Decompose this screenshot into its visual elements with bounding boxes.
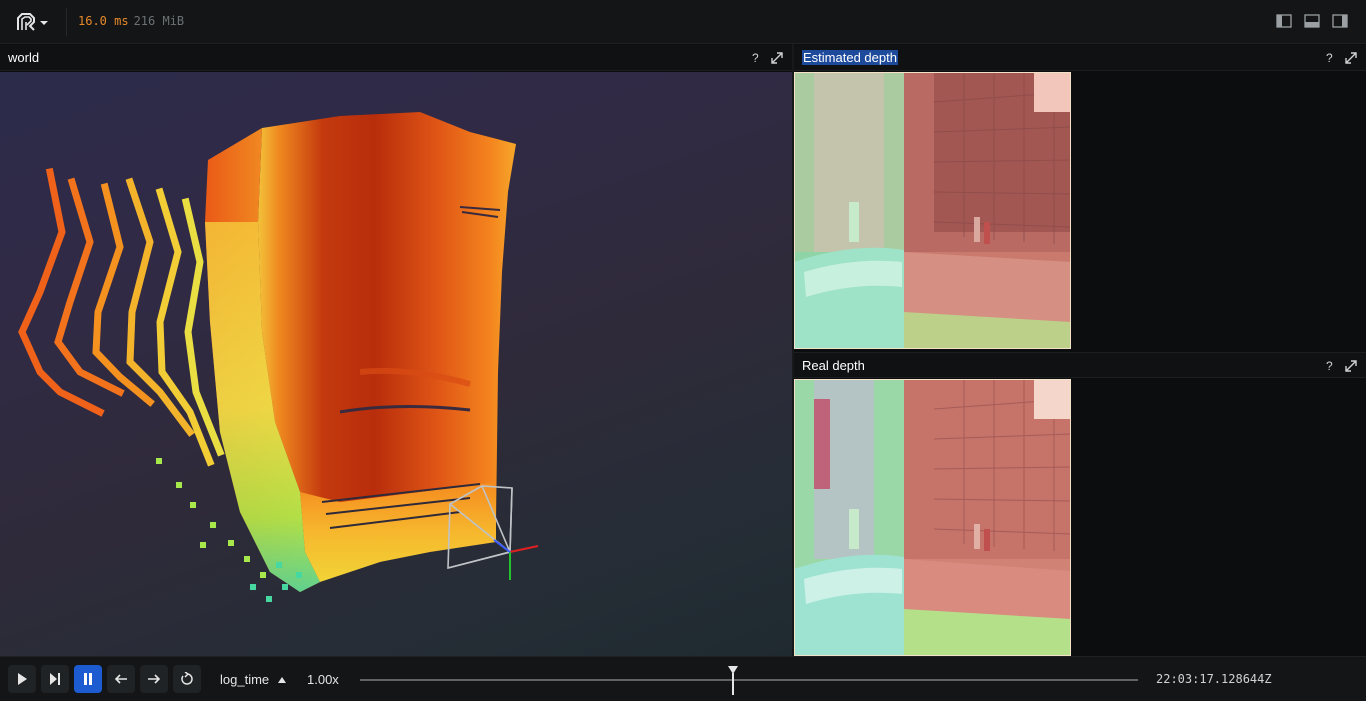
layout-left-panel-icon [1276,14,1292,28]
timeline-name: log_time [220,672,270,687]
estimated-depth-image[interactable] [794,72,1071,349]
memory-usage: 216 MiB [133,14,185,28]
panel-title-estimated-depth[interactable]: Estimated depth [802,50,898,65]
step-forward-icon [50,673,60,685]
play-button[interactable] [8,665,36,693]
previous-frame-button[interactable] [107,665,135,693]
maximize-icon[interactable] [770,51,784,65]
pause-icon [84,673,92,685]
loop-icon [181,672,193,685]
playback-speed[interactable]: 1.00x [307,672,339,687]
real-depth-image[interactable] [794,379,1071,656]
pause-button[interactable] [74,665,102,693]
performance-readout: 16.0 ms 216 MiB [78,14,184,28]
play-icon [18,673,27,685]
divider [66,8,67,36]
help-icon[interactable]: ? [752,51,759,65]
3d-viewport[interactable] [0,72,792,656]
arrow-left-icon [114,674,127,684]
panel-title-world[interactable]: world [8,50,39,65]
help-icon[interactable]: ? [1326,51,1333,65]
help-icon[interactable]: ? [1326,359,1333,373]
arrow-right-icon [148,674,161,684]
toggle-right-panel-button[interactable] [1332,14,1348,28]
real-depth-panel-header: Real depth ? [794,352,1366,378]
frame-time: 16.0 ms [78,14,129,28]
estimated-depth-panel-header: Estimated depth ? [794,45,1366,71]
toggle-left-panel-button[interactable] [1276,14,1292,28]
rerun-logo-icon [17,13,48,31]
maximize-icon[interactable] [1344,359,1358,373]
time-cursor[interactable] [727,665,739,695]
top-bar: 16.0 ms 216 MiB [0,0,1366,44]
panel-title-real-depth[interactable]: Real depth [802,358,865,373]
toggle-bottom-panel-button[interactable] [1304,14,1320,28]
current-time: 22:03:17.128644Z [1156,672,1272,686]
app-menu-button[interactable] [14,10,50,34]
depth-overlay-image [794,379,1071,656]
step-forward-button[interactable] [41,665,69,693]
time-slider[interactable] [360,679,1138,681]
time-cursor-icon [728,666,739,695]
timeline-selector[interactable]: log_time [220,672,287,687]
maximize-icon[interactable] [1344,51,1358,65]
depth-overlay-image [794,72,1071,349]
point-cloud [18,112,539,602]
chevron-up-icon [277,677,286,683]
loop-button[interactable] [173,665,201,693]
world-panel-header: world ? [0,45,792,71]
chevron-down-icon [40,21,48,25]
layout-bottom-panel-icon [1304,14,1320,28]
layout-right-panel-icon [1332,14,1348,28]
timeline-bar: log_time 1.00x 22:03:17.128644Z [0,656,1366,701]
next-frame-button[interactable] [140,665,168,693]
